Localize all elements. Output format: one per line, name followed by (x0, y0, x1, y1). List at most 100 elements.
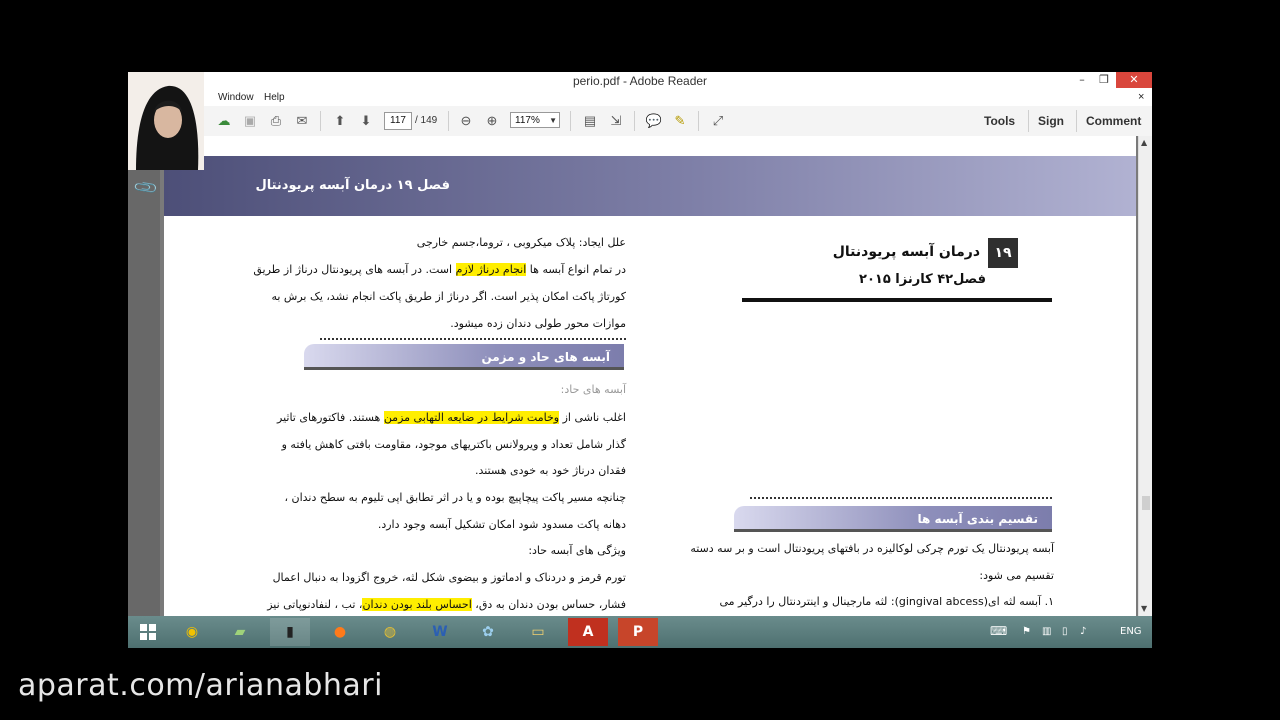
subheading-features: ویژگی های آبسه حاد: (528, 544, 626, 557)
scroll-down-icon[interactable]: ▼ (1141, 604, 1147, 613)
email-icon[interactable]: ✉ (292, 112, 312, 130)
close-document-button[interactable]: × (1138, 91, 1144, 103)
fit-page-icon[interactable]: ▤ (580, 112, 600, 130)
tools-button[interactable]: Tools (984, 114, 1015, 128)
zoom-in-icon[interactable]: ⊕ (482, 112, 502, 130)
toolbar-separator (634, 111, 635, 131)
menu-window[interactable]: Window (218, 92, 254, 103)
text-line: فقدان درناژ خود به خودی هستند. (474, 464, 626, 477)
explorer-icon[interactable]: ▭ (518, 618, 558, 646)
right-paragraph-1: آبسه پریودنتال یک تورم چرکی لوکالیزه در … (690, 542, 1054, 555)
text-line: موازات محور طولی دندان زده میشود. (450, 317, 626, 330)
close-button[interactable]: ✕ (1116, 72, 1152, 88)
comment-bubble-icon[interactable]: 💬 (644, 112, 664, 130)
presenter-avatar (128, 72, 204, 170)
tablet-icon[interactable]: ▮ (270, 618, 310, 646)
right-paragraph-3: ۱. آبسه لثه ای(gingival abcess): لثه مار… (719, 595, 1054, 608)
text-line: تورم قرمز و دردناک و ادماتوز و بیضوی شکل… (272, 571, 626, 584)
cloud-upload-icon[interactable]: ☁ (214, 112, 234, 130)
taskbar: ◉ ▰ ▮ ● ◍ W ✿ ▭ A P ⌨ ⚑ ▥ ▯ ♪ ENG (128, 616, 1152, 648)
window-title: perio.pdf - Adobe Reader (572, 74, 708, 88)
chrome-icon[interactable]: ◍ (370, 618, 410, 646)
language-indicator[interactable]: ENG (1120, 626, 1142, 637)
save-icon[interactable]: ▣ (240, 112, 260, 130)
text-line: در تمام انواع آبسه ها انجام درناژ لازم ا… (240, 257, 626, 284)
page-down-icon[interactable]: ⬇ (356, 112, 376, 130)
text-line: کورتاژ پاکت امکان پذیر است. اگر درناژ از… (271, 290, 626, 303)
page-header-band: فصل ۱۹ درمان آبسه پریودنتال (164, 156, 1136, 216)
page-header-title: فصل ۱۹ درمان آبسه پریودنتال (255, 178, 450, 193)
page-up-icon[interactable]: ⬆ (330, 112, 350, 130)
section-heading-classification: تقسیم بندی آبسه ها (734, 506, 1052, 532)
text-span: در تمام انواع آبسه ها (526, 263, 626, 276)
minimize-button[interactable]: – (1072, 72, 1092, 88)
highlighted-text: وخامت شرایط در ضایعه التهابی مزمن (383, 411, 560, 424)
menu-bar: Window Help × (128, 90, 1152, 106)
text-line: علل ایجاد: پلاک میکروبی ، تروما،جسم خارج… (416, 236, 626, 249)
title-bar: perio.pdf - Adobe Reader – ❐ ✕ (128, 72, 1152, 91)
keyboard-icon[interactable]: ⌨ (990, 624, 1007, 638)
fit-width-icon[interactable]: ⇲ (606, 112, 626, 130)
highlighted-text: انجام درناژ لازم (455, 263, 527, 276)
watermark: aparat.com/arianabhari (18, 668, 383, 703)
vertical-scrollbar[interactable]: ▲ ▼ (1138, 136, 1152, 616)
volume-icon[interactable]: ♪ (1080, 626, 1086, 637)
chapter-number: ۱۹ (988, 238, 1018, 268)
network-icon[interactable]: ▥ (1042, 626, 1051, 637)
right-paragraph-2: تقسیم می شود: (979, 569, 1054, 582)
toolbar-separator (698, 111, 699, 131)
text-span: هستند. فاکتورهای تاثیر (277, 411, 384, 424)
text-span: است. در آبسه های پریودنتال درناژ از طریق (253, 263, 456, 276)
toolbar-separator (1076, 110, 1077, 132)
text-line: دهانه پاکت مسدود شود امکان تشکیل آبسه وج… (377, 518, 626, 531)
start-icon[interactable] (130, 618, 166, 646)
toolbar-separator (448, 111, 449, 131)
chapter-title: درمان آبسه پریودنتال (832, 244, 980, 260)
page-number-input[interactable]: 117 (384, 112, 412, 130)
comment-button[interactable]: Comment (1086, 114, 1141, 128)
chapter-subtitle: فصل۴۲ کارنزا ۲۰۱۵ (859, 272, 986, 287)
fullscreen-icon[interactable]: ⤢ (708, 112, 728, 130)
word-icon[interactable]: W (420, 618, 460, 646)
print-icon[interactable]: ⎙ (266, 112, 286, 130)
text-span: فشار، حساس بودن دندان به دق، (471, 598, 626, 611)
sign-button[interactable]: Sign (1038, 114, 1064, 128)
app-launcher-icon[interactable]: ◉ (172, 618, 212, 646)
folder-green-icon[interactable]: ▰ (220, 618, 260, 646)
acrobat-icon[interactable]: A (568, 618, 608, 646)
subheading-acute: آبسه های حاد: (560, 383, 626, 396)
menu-help[interactable]: Help (264, 92, 285, 103)
section-heading-acute-chronic: آبسه های حاد و مزمن (304, 344, 624, 370)
scroll-up-icon[interactable]: ▲ (1141, 138, 1147, 147)
highlighted-text: احساس بلند بودن دندان (362, 598, 472, 611)
powerpoint-icon[interactable]: P (618, 618, 658, 646)
battery-icon[interactable]: ▯ (1062, 626, 1068, 637)
text-line: گذار شامل تعداد و ویرولانس باکتریهای موج… (281, 438, 626, 451)
highlight-icon[interactable]: ✎ (670, 112, 690, 130)
text-line: فشار، حساس بودن دندان به دق، احساس بلند … (240, 592, 626, 619)
webcam-overlay (128, 72, 204, 170)
zoom-out-icon[interactable]: ⊖ (456, 112, 476, 130)
firefox-icon[interactable]: ● (320, 618, 360, 646)
toolbar-separator (320, 111, 321, 131)
text-line: چنانچه مسیر پاکت پیچاپیچ بوده و یا در اث… (284, 491, 626, 504)
zoom-value: 117% (515, 115, 540, 126)
toolbar-separator (1028, 110, 1029, 132)
text-span: اغلب ناشی از (559, 411, 626, 424)
toolbar: ☁ ▣ ⎙ ✉ ⬆ ⬇ 117 / 149 ⊖ ⊕ 117% ▼ ▤ ⇲ 💬 ✎… (128, 106, 1152, 137)
zoom-select[interactable]: 117% ▼ (510, 112, 560, 128)
attachments-icon[interactable]: 📎 (132, 174, 159, 201)
chevron-down-icon: ▼ (549, 116, 557, 125)
text-line: اغلب ناشی از وخامت شرایط در ضایعه التهاب… (240, 405, 626, 432)
paint-icon[interactable]: ✿ (468, 618, 508, 646)
dotted-divider (320, 338, 626, 340)
notification-icon[interactable]: ⚑ (1022, 626, 1031, 637)
maximize-button[interactable]: ❐ (1094, 72, 1114, 88)
dotted-divider (750, 497, 1052, 499)
toolbar-separator (570, 111, 571, 131)
scrollbar-thumb[interactable] (1142, 496, 1150, 510)
page-total: / 149 (415, 115, 438, 126)
chapter-rule (742, 298, 1052, 302)
screen: perio.pdf - Adobe Reader – ❐ ✕ Window He… (128, 72, 1152, 648)
text-span: ، تب ، لنفادنوپاتی نیز (267, 598, 363, 611)
